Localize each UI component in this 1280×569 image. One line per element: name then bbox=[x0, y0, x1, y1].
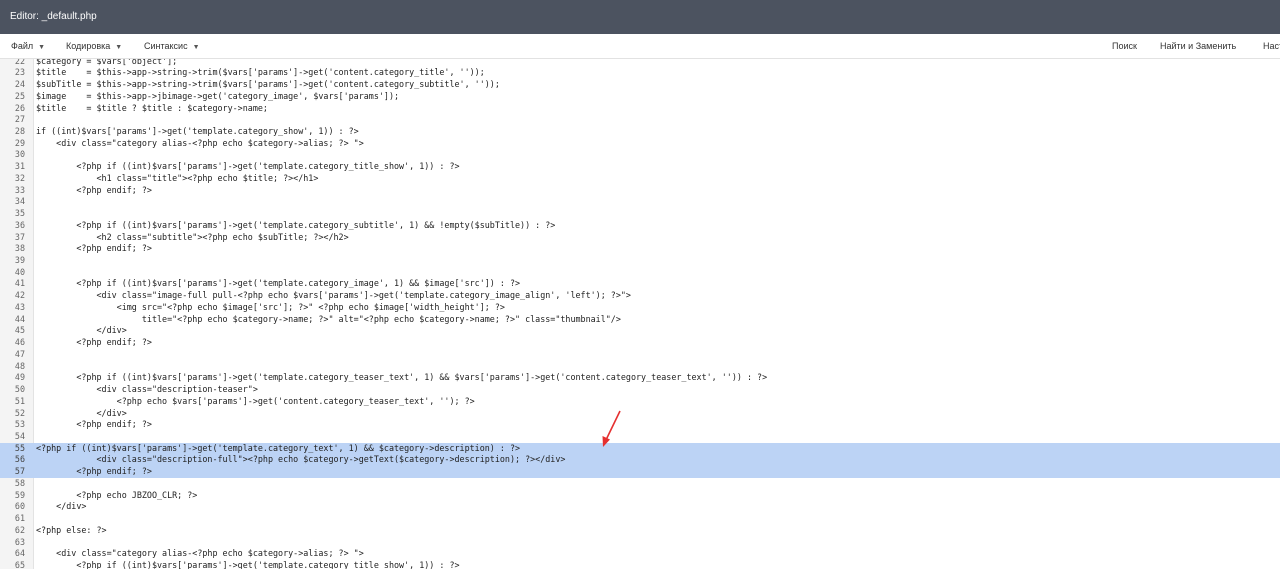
search-button[interactable]: Поиск bbox=[1112, 34, 1137, 58]
window-title: Editor: _default.php bbox=[10, 11, 97, 22]
menu-encoding-label: Кодировка bbox=[66, 41, 111, 51]
menu-syntax-label: Синтаксис bbox=[144, 41, 188, 51]
editor-titlebar: Editor: _default.php bbox=[0, 0, 1280, 34]
caret-down-icon: ▼ bbox=[38, 44, 46, 51]
caret-down-icon: ▼ bbox=[115, 44, 123, 51]
menu-file-label: Файл bbox=[11, 41, 34, 51]
editor-menubar: Файл ▼ Кодировка ▼ Синтаксис ▼ Поиск Найти … bbox=[0, 34, 1280, 59]
menu-syntax[interactable]: Синтаксис ▼ bbox=[144, 34, 200, 60]
find-replace-button[interactable]: Найти и Заменить bbox=[1160, 34, 1236, 58]
caret-down-icon: ▼ bbox=[192, 44, 200, 51]
menu-encoding[interactable]: Кодировка ▼ bbox=[66, 34, 122, 60]
code-editor[interactable]: 22 $category = $vars['object']; 23 $title =… bbox=[0, 59, 1280, 569]
menu-file[interactable]: Файл ▼ bbox=[11, 34, 45, 60]
settings-button[interactable]: Наст bbox=[1263, 34, 1280, 58]
red-arrow-icon bbox=[602, 410, 621, 447]
